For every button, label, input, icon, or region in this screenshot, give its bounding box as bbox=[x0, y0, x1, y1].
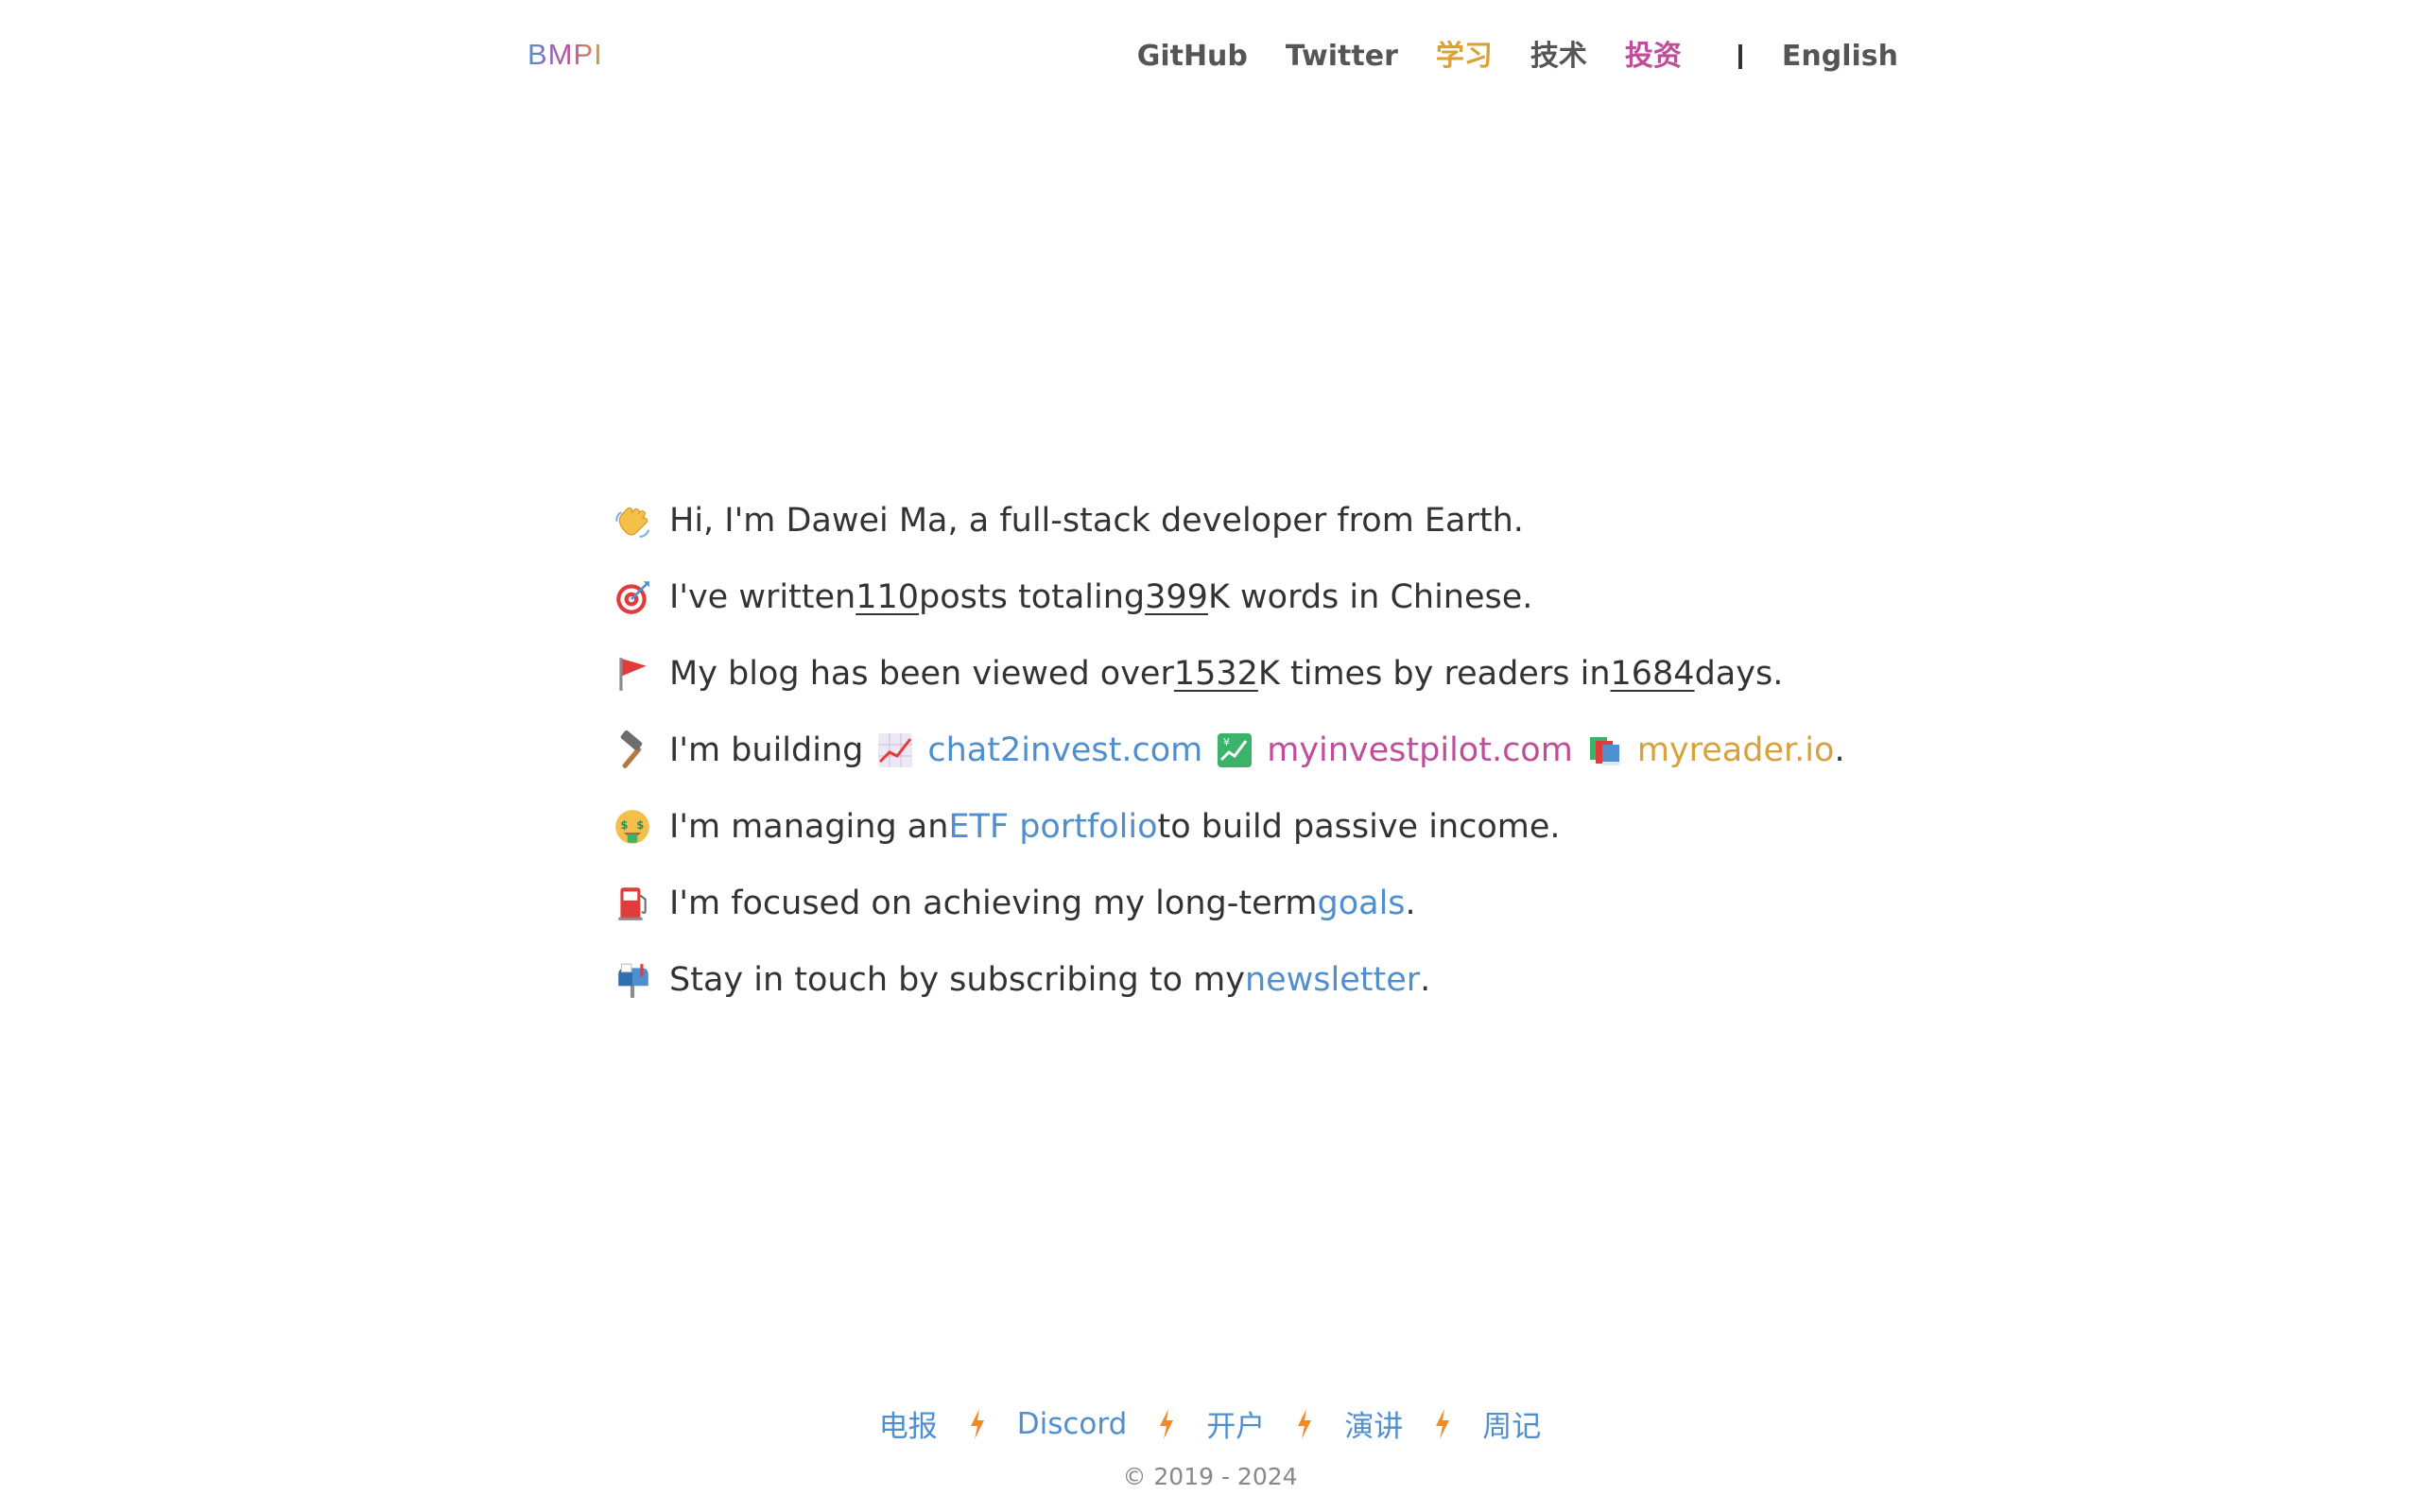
myreader-link[interactable]: myreader.io bbox=[1637, 731, 1835, 769]
footer-link-discord[interactable]: Discord bbox=[1017, 1407, 1128, 1441]
lightning-bolt-icon bbox=[1157, 1408, 1176, 1440]
svg-text:¥: ¥ bbox=[1223, 736, 1230, 748]
intro-line-newsletter: Stay in touch by subscribing to my newsl… bbox=[613, 941, 1841, 1018]
views-prefix: My blog has been viewed over bbox=[669, 654, 1174, 693]
site-header: BMPI GitHub Twitter 学习 技术 投资 English bbox=[0, 0, 2420, 113]
intro-line-posts: I've written 110 posts totaling 399 K wo… bbox=[613, 558, 1841, 635]
lightning-bolt-icon bbox=[1295, 1408, 1314, 1440]
nav-tech-link[interactable]: 技术 bbox=[1530, 34, 1587, 79]
building-prefix: I'm building bbox=[669, 730, 864, 769]
goals-suffix: . bbox=[1405, 884, 1416, 922]
lightning-bolt-icon bbox=[1433, 1408, 1452, 1440]
building-suffix: . bbox=[1834, 730, 1845, 769]
nav-divider bbox=[1737, 44, 1742, 69]
nav-github-link[interactable]: GitHub bbox=[1137, 34, 1248, 79]
views-middle: K times by readers in bbox=[1257, 654, 1611, 693]
nav-learn-link[interactable]: 学习 bbox=[1436, 34, 1493, 79]
intro-line-building: I'm building chat2invest.com ¥ myinvestp… bbox=[613, 712, 1845, 788]
fuel-pump-icon bbox=[613, 884, 652, 923]
svg-text:$: $ bbox=[636, 818, 644, 832]
posts-prefix: I've written bbox=[669, 577, 856, 616]
newsletter-prefix: Stay in touch by subscribing to my bbox=[669, 960, 1245, 999]
nav-invest-link[interactable]: 投资 bbox=[1625, 34, 1682, 79]
intro-line-greeting: Hi, I'm Dawei Ma, a full-stack developer… bbox=[613, 482, 1841, 558]
waving-hand-icon bbox=[613, 501, 652, 541]
footer-link-account[interactable]: 开户 bbox=[1206, 1402, 1265, 1445]
chart-increasing-icon bbox=[876, 731, 914, 769]
intro-list: Hi, I'm Dawei Ma, a full-stack developer… bbox=[613, 482, 1845, 1018]
svg-text:$: $ bbox=[620, 818, 628, 832]
posts-suffix: K words in Chinese. bbox=[1207, 577, 1533, 616]
posts-count: 110 bbox=[856, 577, 920, 616]
newsletter-link[interactable]: newsletter bbox=[1245, 961, 1420, 999]
lightning-bolt-icon bbox=[968, 1408, 987, 1440]
target-icon bbox=[613, 577, 652, 617]
hammer-icon bbox=[613, 730, 652, 770]
books-icon bbox=[1586, 731, 1624, 769]
red-flag-icon bbox=[613, 654, 652, 694]
site-logo[interactable]: BMPI bbox=[527, 36, 603, 74]
copyright-text: © 2019 - 2024 bbox=[1122, 1463, 1298, 1490]
goals-prefix: I'm focused on achieving my long-term bbox=[669, 884, 1318, 922]
words-count: 399 bbox=[1145, 577, 1208, 616]
posts-middle: posts totaling bbox=[919, 577, 1146, 616]
views-suffix: days. bbox=[1694, 654, 1784, 693]
money-mouth-face-icon: $ $ bbox=[613, 807, 652, 847]
days-count: 1684 bbox=[1610, 654, 1695, 693]
footer-links: 电报 Discord 开户 演讲 周记 bbox=[0, 1402, 2420, 1445]
intro-line-views: My blog has been viewed over 1532 K time… bbox=[613, 635, 1841, 712]
myinvestpilot-link[interactable]: myinvestpilot.com bbox=[1267, 731, 1573, 769]
etf-prefix: I'm managing an bbox=[669, 807, 949, 846]
main-nav: GitHub Twitter 学习 技术 投资 English bbox=[1137, 34, 1898, 79]
greeting-text: Hi, I'm Dawei Ma, a full-stack developer… bbox=[669, 501, 1524, 540]
nav-twitter-link[interactable]: Twitter bbox=[1286, 34, 1398, 79]
views-count: 1532 bbox=[1173, 654, 1258, 693]
mailbox-icon bbox=[613, 960, 652, 1000]
footer-link-telegram[interactable]: 电报 bbox=[879, 1402, 938, 1445]
etf-portfolio-link[interactable]: ETF portfolio bbox=[948, 808, 1157, 846]
intro-line-goals: I'm focused on achieving my long-term go… bbox=[613, 865, 1841, 941]
footer-link-weekly[interactable]: 周记 bbox=[1482, 1402, 1541, 1445]
yen-chart-icon: ¥ bbox=[1216, 731, 1253, 769]
intro-line-etf: $ $ I'm managing an ETF portfolio to bui… bbox=[613, 788, 1841, 865]
etf-suffix: to build passive income. bbox=[1157, 807, 1561, 846]
newsletter-suffix: . bbox=[1420, 960, 1431, 999]
footer-link-talks[interactable]: 演讲 bbox=[1344, 1402, 1403, 1445]
chat2invest-link[interactable]: chat2invest.com bbox=[927, 731, 1202, 769]
goals-link[interactable]: goals bbox=[1317, 885, 1405, 922]
language-switch-link[interactable]: English bbox=[1782, 34, 1898, 79]
